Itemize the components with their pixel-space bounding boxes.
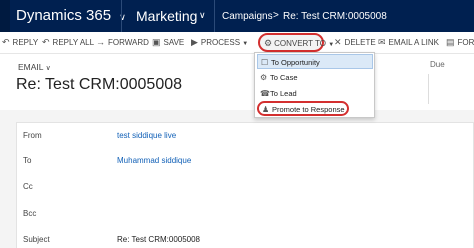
app-title[interactable]: Dynamics 365 ∨ <box>16 7 126 24</box>
delete-button[interactable]: ✕ DELETE <box>334 37 376 48</box>
save-button[interactable]: ▣ SAVE <box>152 37 184 48</box>
form-icon: ▤ <box>446 37 455 47</box>
due-label: Due <box>430 60 445 69</box>
promote-icon: ♟ <box>262 105 270 114</box>
nav-separator <box>121 0 122 32</box>
to-label: To <box>23 156 32 165</box>
bcc-label: Bcc <box>23 209 37 218</box>
breadcrumb-current-record[interactable]: Re: Test CRM:0005008 <box>283 11 387 22</box>
record-header: EMAIL ∨ Re: Test CRM:0005008 Due <box>0 54 474 110</box>
from-value[interactable]: test siddique live <box>117 131 176 140</box>
top-nav-bar: Dynamics 365 ∨ Marketing ∨ Campaigns > R… <box>0 0 474 32</box>
app-launcher-button[interactable] <box>0 0 10 32</box>
forward-button[interactable]: → FORWARD <box>96 37 149 47</box>
nav-separator <box>214 0 215 32</box>
reply-all-button[interactable]: ↶ REPLY ALL <box>42 37 94 48</box>
header-divider <box>428 74 429 104</box>
subject-value[interactable]: Re: Test CRM:0005008 <box>117 235 200 244</box>
breadcrumb-campaigns[interactable]: Campaigns <box>222 11 273 22</box>
lead-icon: ☎ <box>260 89 270 98</box>
opportunity-icon: ☐ <box>261 58 269 67</box>
forward-icon: → <box>96 37 105 47</box>
breadcrumb-separator-icon: > <box>273 10 279 21</box>
command-bar: ↶ REPLY ↶ REPLY ALL → FORWARD ▣ SAVE ▶ PROCES… <box>0 32 474 54</box>
record-title: Re: Test CRM:0005008 <box>16 76 183 93</box>
to-value[interactable]: Muhammad siddique <box>117 156 191 165</box>
case-icon: ⚙ <box>260 73 268 82</box>
email-icon: ✉ <box>378 37 386 47</box>
convert-to-button[interactable]: ⚙ CONVERT TO ▼ <box>258 33 334 52</box>
cc-label: Cc <box>23 182 33 191</box>
entity-type-selector[interactable]: EMAIL ∨ <box>18 62 51 72</box>
menu-item-promote-to-response[interactable]: ♟ Promote to Response <box>257 101 349 116</box>
area-chevron-down-icon[interactable]: ∨ <box>199 10 206 21</box>
form-panel: From test siddique live To Muhammad sidd… <box>0 110 474 248</box>
subject-label: Subject <box>23 235 50 244</box>
delete-icon: ✕ <box>334 37 342 47</box>
process-icon: ▶ <box>191 37 198 47</box>
menu-item-to-lead[interactable]: ☎To Lead <box>257 86 373 101</box>
process-chevron-down-icon: ▼ <box>242 41 249 47</box>
area-label[interactable]: Marketing <box>136 8 197 24</box>
reply-icon: ↶ <box>2 37 10 47</box>
menu-item-to-case[interactable]: ⚙ To Case <box>257 70 373 85</box>
menu-item-to-opportunity[interactable]: ☐ To Opportunity <box>257 54 373 69</box>
email-form: From test siddique live To Muhammad sidd… <box>16 122 474 248</box>
reply-all-icon: ↶ <box>42 37 50 47</box>
email-link-button[interactable]: ✉ EMAIL A LINK <box>378 37 439 48</box>
reply-button[interactable]: ↶ REPLY <box>2 37 38 48</box>
form-button[interactable]: ▤FORM <box>446 37 474 48</box>
from-label: From <box>23 131 42 140</box>
entity-type-chevron-down-icon[interactable]: ∨ <box>46 65 51 72</box>
convert-icon: ⚙ <box>264 38 273 48</box>
process-button[interactable]: ▶ PROCESS ▼ <box>191 37 248 48</box>
save-icon: ▣ <box>152 37 161 47</box>
convert-to-menu: ☐ To Opportunity ⚙ To Case ☎To Lead ♟ Promo… <box>254 52 375 118</box>
